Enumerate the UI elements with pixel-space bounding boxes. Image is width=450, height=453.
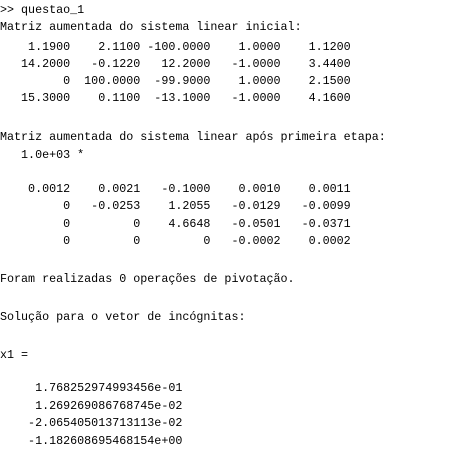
variable-assignment: x1 = xyxy=(0,348,29,362)
matrix2-scale-factor: 1.0e+03 * xyxy=(0,148,85,162)
matrix2-title: Matriz aumentada do sistema linear após … xyxy=(0,130,386,144)
solution-value: -1.182608695468154e+00 xyxy=(0,434,183,448)
matrix1-title: Matriz aumentada do sistema linear inici… xyxy=(0,20,302,34)
solution-value: -2.065405013713113e-02 xyxy=(0,416,183,430)
prompt-line: >> questao_1 xyxy=(0,3,85,17)
pivot-message: Foram realizadas 0 operações de pivotaçã… xyxy=(0,272,295,286)
matrix2-row: 0 0 4.6648 -0.0501 -0.0371 xyxy=(0,217,351,231)
matrix1-row: 14.2000 -0.1220 12.2000 -1.0000 3.4400 xyxy=(0,57,351,71)
solution-title: Solução para o vetor de incógnitas: xyxy=(0,310,246,324)
matrix1-row: 1.1900 2.1100 -100.0000 1.0000 1.1200 xyxy=(0,40,351,54)
command-window[interactable]: >> questao_1 Matriz aumentada do sistema… xyxy=(0,0,450,453)
matrix1-row: 0 100.0000 -99.9000 1.0000 2.1500 xyxy=(0,74,351,88)
solution-value: 1.269269086768745e-02 xyxy=(0,399,183,413)
matrix2-row: 0 -0.0253 1.2055 -0.0129 -0.0099 xyxy=(0,199,351,213)
matrix1-row: 15.3000 0.1100 -13.1000 -1.0000 4.1600 xyxy=(0,91,351,105)
matrix2-row: 0 0 0 -0.0002 0.0002 xyxy=(0,234,351,248)
solution-value: 1.768252974993456e-01 xyxy=(0,381,183,395)
matrix2-row: 0.0012 0.0021 -0.1000 0.0010 0.0011 xyxy=(0,182,351,196)
